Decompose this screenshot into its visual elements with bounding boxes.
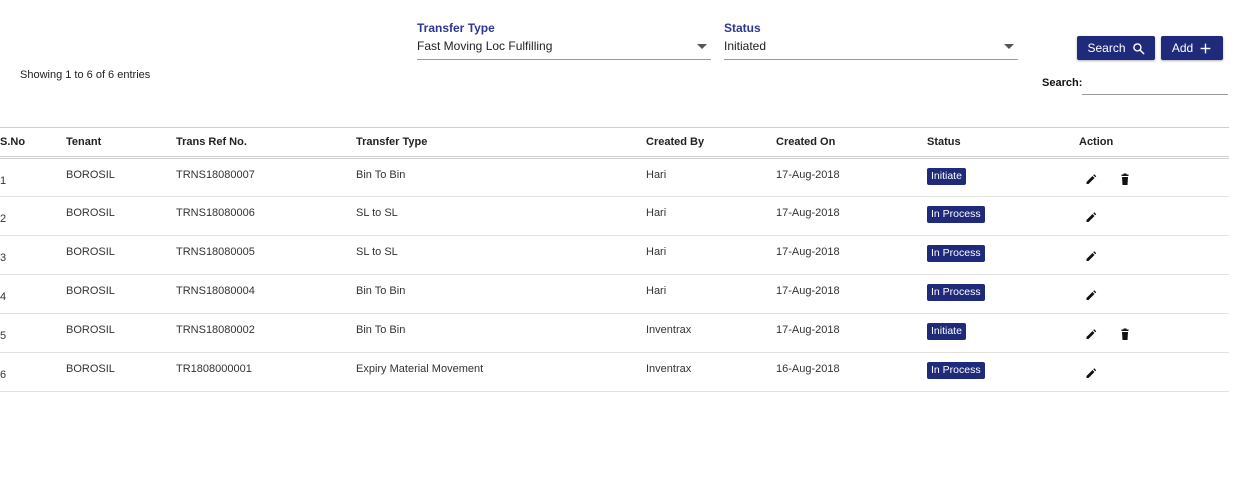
caret-down-icon [697, 44, 707, 49]
transfer-type-value: Fast Moving Loc Fulfilling [417, 39, 553, 53]
row-sno: 4 [0, 291, 7, 303]
row-ref-no: TRNS18080002 [176, 324, 255, 336]
row-ref-no: TRNS18080005 [176, 246, 255, 258]
row-transfer-type: Bin To Bin [356, 169, 406, 181]
row-transfer-type: Expiry Material Movement [356, 363, 484, 375]
status-filter: Status Initiated [724, 22, 1018, 60]
row-actions [1079, 236, 1229, 263]
row-transfer-type: SL to SL [356, 207, 398, 219]
table-row: 4 BOROSIL TRNS18080004 Bin To Bin Hari 1… [0, 275, 1229, 314]
search-icon [1132, 42, 1144, 54]
row-created-by: Hari [646, 246, 667, 258]
search-button[interactable]: Search [1077, 36, 1155, 60]
row-ref-no: TRNS18080007 [176, 169, 255, 181]
row-actions [1079, 275, 1229, 302]
column-header[interactable]: Created By [646, 128, 776, 158]
status-badge: Initiate [927, 323, 966, 340]
row-ref-no: TR1808000001 [176, 363, 252, 375]
row-created-by: Hari [646, 207, 667, 219]
caret-down-icon [1004, 44, 1014, 49]
column-header[interactable]: Transfer Type [356, 128, 646, 158]
table-row: 2 BOROSIL TRNS18080006 SL to SL Hari 17-… [0, 197, 1229, 236]
search-label: Search: [1042, 77, 1083, 89]
status-label: Status [724, 21, 761, 35]
table-row: 5 BOROSIL TRNS18080002 Bin To Bin Invent… [0, 314, 1229, 353]
row-created-by: Hari [646, 169, 667, 181]
transfer-type-filter: Transfer Type Fast Moving Loc Fulfilling [417, 22, 711, 60]
column-header[interactable]: Tenant [66, 128, 176, 158]
status-badge: In Process [927, 362, 985, 379]
row-transfer-type: Bin To Bin [356, 324, 406, 336]
column-header[interactable]: Trans Ref No. [176, 128, 356, 158]
row-tenant: BOROSIL [66, 169, 115, 181]
trash-icon[interactable] [1119, 173, 1131, 186]
row-tenant: BOROSIL [66, 363, 115, 375]
transfers-table: S.No Tenant Trans Ref No. Transfer Type … [0, 127, 1229, 392]
pencil-icon[interactable] [1085, 289, 1097, 302]
table-body: 1 BOROSIL TRNS18080007 Bin To Bin Hari 1… [0, 158, 1229, 392]
plus-icon [1200, 43, 1211, 53]
row-sno: 5 [0, 330, 7, 342]
row-created-on: 17-Aug-2018 [776, 324, 840, 336]
row-tenant: BOROSIL [66, 207, 115, 219]
row-sno: 2 [0, 213, 7, 225]
row-created-by: Inventrax [646, 324, 692, 336]
row-ref-no: TRNS18080004 [176, 285, 255, 297]
search-input[interactable] [1082, 74, 1228, 95]
row-actions [1079, 197, 1229, 224]
row-created-on: 16-Aug-2018 [776, 363, 840, 375]
row-transfer-type: Bin To Bin [356, 285, 406, 297]
pencil-icon[interactable] [1085, 211, 1097, 224]
transfer-type-select[interactable]: Fast Moving Loc Fulfilling [417, 37, 711, 60]
row-sno: 6 [0, 369, 7, 381]
trash-icon[interactable] [1119, 328, 1131, 341]
transfer-type-label: Transfer Type [417, 21, 495, 35]
row-actions [1079, 314, 1229, 341]
status-badge: Initiate [927, 168, 966, 185]
column-header: Action [1079, 136, 1114, 148]
row-created-on: 17-Aug-2018 [776, 285, 840, 297]
table-row: 3 BOROSIL TRNS18080005 SL to SL Hari 17-… [0, 236, 1229, 275]
row-tenant: BOROSIL [66, 324, 115, 336]
status-badge: In Process [927, 245, 985, 262]
row-ref-no: TRNS18080006 [176, 207, 255, 219]
row-created-on: 17-Aug-2018 [776, 207, 840, 219]
row-sno: 1 [0, 175, 7, 187]
status-select[interactable]: Initiated [724, 37, 1018, 60]
row-created-on: 17-Aug-2018 [776, 169, 840, 181]
status-badge: In Process [927, 206, 985, 223]
status-badge: In Process [927, 284, 985, 301]
table-row: 6 BOROSIL TR1808000001 Expiry Material M… [0, 353, 1229, 392]
row-created-by: Hari [646, 285, 667, 297]
row-sno: 3 [0, 252, 7, 264]
add-button-label: Add [1171, 41, 1194, 55]
row-actions [1079, 159, 1229, 186]
pencil-icon[interactable] [1085, 367, 1097, 380]
row-created-by: Inventrax [646, 363, 692, 375]
column-header[interactable]: S.No [0, 128, 66, 158]
column-header[interactable]: Created On [776, 128, 927, 158]
pencil-icon[interactable] [1085, 173, 1097, 186]
pencil-icon[interactable] [1085, 328, 1097, 341]
row-tenant: BOROSIL [66, 246, 115, 258]
row-actions [1079, 353, 1229, 380]
row-tenant: BOROSIL [66, 285, 115, 297]
status-value: Initiated [724, 39, 767, 53]
column-header[interactable]: Status [927, 128, 1079, 158]
entries-info: Showing 1 to 6 of 6 entries [20, 69, 151, 81]
row-transfer-type: SL to SL [356, 246, 398, 258]
table-row: 1 BOROSIL TRNS18080007 Bin To Bin Hari 1… [0, 158, 1229, 197]
add-button[interactable]: Add [1161, 36, 1223, 60]
pencil-icon[interactable] [1085, 250, 1097, 263]
row-created-on: 17-Aug-2018 [776, 246, 840, 258]
table-header-row: S.No Tenant Trans Ref No. Transfer Type … [0, 127, 1229, 158]
search-button-label: Search [1087, 41, 1126, 55]
